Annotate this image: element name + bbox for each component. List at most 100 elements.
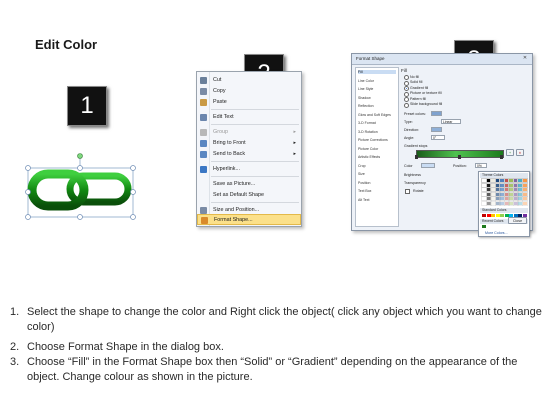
standard-color-swatch[interactable] (482, 214, 486, 217)
theme-color-swatch[interactable] (517, 187, 523, 193)
remove-stop-button[interactable]: ✕ (516, 149, 524, 156)
theme-color-swatch[interactable] (508, 196, 514, 202)
theme-color-swatch[interactable] (521, 201, 528, 206)
category-size[interactable]: Size (358, 172, 396, 176)
theme-color-swatch[interactable] (503, 201, 510, 206)
theme-color-swatch[interactable] (521, 191, 528, 197)
theme-color-swatch[interactable] (485, 187, 492, 193)
angle-field[interactable]: 0° (431, 135, 445, 140)
theme-color-swatch[interactable] (499, 187, 505, 193)
rotate-checkbox[interactable] (405, 189, 410, 194)
theme-color-swatch[interactable] (521, 182, 528, 188)
category-line-style[interactable]: Line Style (358, 87, 396, 91)
gradient-stop-1[interactable] (415, 155, 418, 159)
theme-color-swatch[interactable] (481, 191, 487, 197)
theme-color-swatch[interactable] (521, 178, 528, 183)
theme-color-swatch[interactable] (517, 196, 523, 202)
theme-color-swatch[interactable] (490, 182, 496, 188)
theme-color-swatch[interactable] (494, 201, 501, 206)
menu-item-copy[interactable]: Copy (197, 86, 301, 97)
theme-color-swatch[interactable] (503, 182, 510, 188)
fill-radio-5[interactable] (404, 102, 409, 108)
theme-color-swatch[interactable] (503, 196, 510, 202)
theme-color-swatch[interactable] (494, 196, 501, 202)
category-glow-and-soft-edges[interactable]: Glow and Soft Edges (358, 113, 396, 117)
close-icon[interactable]: ✕ (521, 55, 529, 62)
theme-color-swatch[interactable] (512, 187, 519, 193)
more-colors-link[interactable]: More Colors... (485, 231, 508, 235)
category-fill[interactable]: Fill (358, 70, 396, 74)
theme-color-swatch[interactable] (503, 191, 510, 197)
theme-color-swatch[interactable] (481, 178, 487, 183)
category-alt-text[interactable]: Alt Text (358, 198, 396, 202)
theme-color-swatch[interactable] (503, 187, 510, 193)
theme-color-swatch[interactable] (485, 191, 492, 197)
color-dropdown[interactable] (421, 163, 435, 168)
theme-color-swatch[interactable] (499, 201, 505, 206)
theme-color-swatch[interactable] (508, 187, 514, 193)
theme-color-swatch[interactable] (521, 187, 528, 193)
theme-color-swatch[interactable] (517, 182, 523, 188)
theme-color-swatch[interactable] (517, 178, 523, 183)
theme-color-swatch[interactable] (508, 182, 514, 188)
theme-color-swatch[interactable] (494, 182, 501, 188)
theme-color-swatch[interactable] (494, 191, 501, 197)
theme-color-swatch[interactable] (517, 201, 523, 206)
category-line-color[interactable]: Line Color (358, 79, 396, 83)
theme-color-swatch[interactable] (481, 182, 487, 188)
chain-link-shape[interactable] (18, 150, 148, 225)
theme-color-swatch[interactable] (499, 196, 505, 202)
fill-radio-3[interactable] (404, 91, 409, 97)
category-3-d-rotation[interactable]: 3-D Rotation (358, 130, 396, 134)
category-3-d-format[interactable]: 3-D Format (358, 121, 396, 125)
theme-color-swatch[interactable] (512, 191, 519, 197)
standard-color-swatch[interactable] (491, 214, 495, 217)
theme-color-swatch[interactable] (494, 178, 501, 183)
fill-radio-2[interactable] (404, 86, 409, 91)
gradient-stop-2[interactable] (458, 155, 461, 159)
theme-color-swatch[interactable] (499, 191, 505, 197)
menu-item-hyperlink[interactable]: Hyperlink... (197, 164, 301, 175)
theme-color-swatch[interactable] (508, 201, 514, 206)
category-reflection[interactable]: Reflection (358, 104, 396, 108)
add-stop-button[interactable]: + (506, 149, 514, 156)
type-dropdown[interactable]: Linear (441, 119, 461, 124)
theme-color-swatch[interactable] (490, 191, 496, 197)
theme-color-swatch[interactable] (499, 182, 505, 188)
fill-radio-4[interactable] (404, 97, 409, 102)
theme-color-swatch[interactable] (490, 196, 496, 202)
menu-item-group[interactable]: Group ▸ (197, 127, 301, 138)
theme-color-swatch[interactable] (481, 201, 487, 206)
theme-color-swatch[interactable] (512, 178, 519, 183)
standard-color-swatch[interactable] (495, 214, 500, 217)
theme-color-swatch[interactable] (485, 182, 492, 188)
direction-dropdown[interactable] (431, 127, 442, 132)
preset-colors-dropdown[interactable] (431, 111, 442, 116)
theme-color-swatch[interactable] (485, 178, 492, 183)
category-crop[interactable]: Crop (358, 164, 396, 168)
standard-color-swatch[interactable] (486, 214, 491, 217)
theme-color-swatch[interactable] (512, 201, 519, 206)
menu-item-paste[interactable]: Paste (197, 97, 301, 108)
category-picture-color[interactable]: Picture Color (358, 147, 396, 151)
category-text-box[interactable]: Text Box (358, 189, 396, 193)
theme-color-swatch[interactable] (490, 201, 496, 206)
menu-item-send-to-back[interactable]: Send to Back ▸ (197, 149, 301, 160)
theme-color-swatch[interactable] (521, 196, 528, 202)
menu-item-save-as-picture[interactable]: Save as Picture... (197, 179, 301, 190)
close-button[interactable]: Close (508, 217, 527, 224)
menu-item-format-shape[interactable]: Format Shape... (197, 214, 301, 225)
theme-color-swatch[interactable] (512, 196, 519, 202)
theme-color-swatch[interactable] (485, 201, 492, 206)
gradient-stop-3[interactable] (500, 155, 503, 159)
theme-color-swatch[interactable] (490, 187, 496, 193)
theme-color-swatch[interactable] (508, 191, 514, 197)
menu-item-set-as-default-shape[interactable]: Set as Default Shape (197, 190, 301, 201)
standard-color-swatch[interactable] (500, 214, 504, 217)
menu-item-cut[interactable]: Cut (197, 75, 301, 86)
theme-color-swatch[interactable] (485, 196, 492, 202)
theme-color-swatch[interactable] (490, 178, 496, 183)
theme-color-swatch[interactable] (512, 182, 519, 188)
position-field[interactable]: 0% (475, 163, 487, 168)
category-artistic-effects[interactable]: Artistic Effects (358, 155, 396, 159)
